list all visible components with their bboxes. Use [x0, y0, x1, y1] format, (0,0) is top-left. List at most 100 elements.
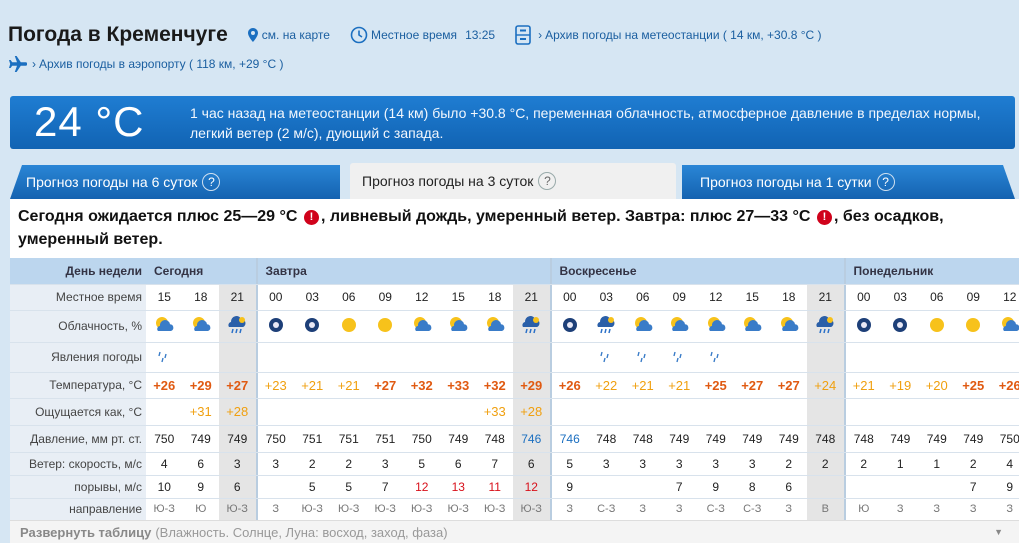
chevron-down-icon: ▼ [994, 527, 1003, 537]
partly-cloudy-icon [153, 314, 175, 339]
map-link[interactable]: см. на карте [247, 28, 330, 42]
cloud-cell [404, 310, 441, 342]
wind-speed-cell: 3 [381, 456, 389, 471]
feels-like-cell [552, 398, 589, 425]
cloud-cell [146, 310, 183, 342]
wind-speed-cell: 2 [860, 456, 868, 471]
wind-speed-cell: 4 [1006, 456, 1014, 471]
wind-gust-cell [846, 475, 883, 498]
cloud-cell [552, 310, 589, 342]
hour-cell: 15 [157, 290, 171, 304]
wind-speed-cell: 2 [969, 456, 977, 471]
temperature-cell: +33 [447, 377, 470, 393]
phenomena-cell [258, 342, 295, 372]
feels-like-cell: +28 [520, 404, 543, 419]
cloud-cell [588, 310, 625, 342]
temperature-cell: +20 [925, 377, 948, 393]
partly-cloudy-icon [632, 314, 654, 339]
wind-speed-cell: 2 [308, 456, 316, 471]
phenomena-cell [882, 342, 919, 372]
archive-icon [515, 25, 531, 45]
wind-gust-cell [807, 475, 844, 498]
pressure-cell: 749 [742, 431, 763, 446]
cloud-cell [955, 310, 992, 342]
expand-table-bar[interactable]: Развернуть таблицу (Влажность. Солнце, Л… [10, 520, 1019, 543]
feels-like-cell [698, 398, 735, 425]
row-label: Ветер: скорость, м/с [10, 452, 146, 475]
wind-direction-cell: Ю-З [374, 503, 396, 515]
current-description: 1 час назад на метеостанции (14 км) было… [190, 105, 981, 141]
station-archive-link[interactable]: › Архив погоды на метеостанции ( 14 км, … [515, 25, 822, 45]
row-label: Ощущается как, °C [10, 398, 146, 425]
phenomena-cell [183, 342, 220, 372]
forecast-summary: Сегодня ожидается плюс 25—29 °C !, ливне… [18, 205, 1008, 251]
rain-drops-icon [154, 348, 174, 367]
feels-like-cell [331, 398, 368, 425]
temperature-cell: +22 [595, 377, 618, 393]
help-icon[interactable]: ? [538, 172, 557, 190]
current-temperature: 24 °C [34, 98, 145, 145]
wind-direction-cell: Ю-З [484, 503, 506, 515]
help-icon[interactable]: ? [877, 173, 895, 191]
wind-direction-cell: С-З [597, 503, 616, 515]
cloud-cell [440, 310, 477, 342]
wind-gust-cell [588, 475, 625, 498]
phenomena-cell [331, 342, 368, 372]
hour-cell: 00 [857, 290, 871, 304]
airport-archive-link[interactable]: › Архив погоды в аэропорту ( 118 км, +29… [8, 54, 283, 74]
wind-speed-cell: 3 [639, 456, 647, 471]
hour-cell: 15 [451, 290, 465, 304]
feels-like-cell [367, 398, 404, 425]
cloud-cell [183, 310, 220, 342]
phenomena-cell [698, 342, 735, 372]
hour-cell: 06 [930, 290, 944, 304]
row-label: направление [10, 498, 146, 520]
forecast-tabs: Прогноз погоды на 6 суток ? Прогноз пого… [10, 163, 1015, 199]
cloud-cell [258, 310, 295, 342]
wind-speed-cell: 1 [933, 456, 941, 471]
feels-like-cell [771, 398, 808, 425]
help-icon[interactable]: ? [202, 173, 221, 191]
chevron-right-icon: › [538, 28, 543, 42]
tab-1-day-label: Прогноз погоды на 1 сутки [700, 174, 872, 190]
moon-icon [265, 314, 287, 339]
temperature-cell: +19 [889, 377, 912, 393]
tab-3-days[interactable]: Прогноз погоды на 3 суток ? [350, 163, 676, 199]
cloud-cell [698, 310, 735, 342]
cloud-cell [294, 310, 331, 342]
temperature-cell: +25 [962, 377, 985, 393]
wind-gust-cell: 12 [415, 479, 429, 494]
temperature-cell: +26 [558, 377, 581, 393]
wind-direction-cell: З [272, 503, 280, 515]
cloud-cell [219, 310, 256, 342]
tab-6-days-label: Прогноз погоды на 6 суток [26, 174, 198, 190]
feels-like-cell [882, 398, 919, 425]
phenomena-cell [588, 342, 625, 372]
pressure-cell: 750 [411, 431, 432, 446]
temperature-cell: +32 [410, 377, 433, 393]
current-weather-banner: 24 °C 1 час назад на метеостанции (14 км… [10, 96, 1015, 149]
cloud-cell [771, 310, 808, 342]
row-label: Явления погоды [10, 342, 146, 372]
phenomena-cell [807, 342, 844, 372]
partly-cloudy-icon [190, 314, 212, 339]
hour-cell: 06 [342, 290, 356, 304]
wind-direction-cell: С-З [706, 503, 725, 515]
warning-icon[interactable]: ! [816, 210, 832, 225]
wind-speed-cell: 3 [712, 456, 720, 471]
wind-speed-cell: 5 [418, 456, 426, 471]
tab-6-days[interactable]: Прогноз погоды на 6 суток ? [10, 165, 340, 199]
feels-like-cell [734, 398, 771, 425]
pressure-cell: 748 [596, 431, 617, 446]
sun-icon [374, 314, 396, 339]
rain-cloud-icon [226, 314, 248, 339]
feels-like-cell: +33 [483, 404, 506, 419]
tab-1-day[interactable]: Прогноз погоды на 1 сутки ? [682, 165, 1015, 199]
hour-cell: 06 [636, 290, 650, 304]
warning-icon[interactable]: ! [303, 210, 319, 225]
wind-speed-cell: 3 [272, 456, 280, 471]
wind-direction-cell: З [969, 503, 977, 515]
wind-direction-cell: З [933, 503, 941, 515]
feels-like-cell [404, 398, 441, 425]
hour-cell: 21 [230, 290, 244, 304]
